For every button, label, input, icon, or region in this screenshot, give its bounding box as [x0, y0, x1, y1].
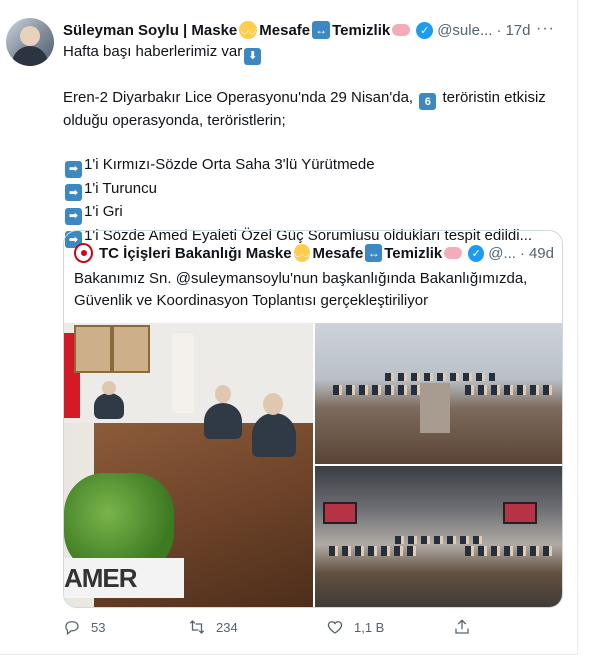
verified-badge-icon: ✓	[416, 21, 434, 39]
soap-emoji-icon	[444, 244, 463, 262]
retweet-count: 234	[216, 619, 238, 635]
tweet-line: ➡ 1'i Turuncu	[63, 178, 563, 201]
right-arrow-emoji-icon: ➡	[65, 160, 82, 178]
share-icon	[455, 619, 469, 634]
quoted-author-mesafe[interactable]: Mesafe	[312, 245, 363, 262]
share-button[interactable]	[453, 616, 481, 638]
mask-face-emoji-icon: ◡◡	[239, 21, 258, 39]
tweet-line: Eren-2 Diyarbakır Lice Operasyonu'nda 29…	[63, 87, 563, 110]
mask-face-emoji-icon: ◡◡	[293, 244, 311, 262]
tweet-timestamp[interactable]: 17d	[505, 22, 530, 39]
separator-dot: ·	[496, 21, 502, 39]
author-handle[interactable]: @sule...	[437, 22, 492, 39]
left-right-arrow-emoji-icon: ↔	[365, 244, 383, 262]
tweet-header: Süleyman Soylu | Maske ◡◡ Mesafe ↔ Temiz…	[63, 20, 563, 40]
retweet-icon	[189, 620, 205, 634]
page-edge	[578, 0, 600, 655]
reply-button[interactable]: 53	[63, 616, 105, 638]
tweet-actions: 53 234 1,1 B	[63, 616, 469, 638]
heart-icon	[327, 621, 343, 634]
quoted-author-temizlik[interactable]: Temizlik	[384, 245, 442, 262]
author-name-mesafe[interactable]: Mesafe	[259, 22, 310, 39]
ministry-logo-icon	[74, 243, 93, 263]
reply-count: 53	[91, 619, 106, 635]
quoted-author-handle[interactable]: @...	[488, 245, 516, 262]
tweet[interactable]: Süleyman Soylu | Maske ◡◡ Mesafe ↔ Temiz…	[0, 0, 578, 655]
right-arrow-emoji-icon: ➡	[65, 184, 82, 201]
like-count: 1,1 B	[354, 619, 385, 635]
quoted-text-line: Bakanımız Sn. @suleymansoylu'nun başkanl…	[74, 270, 528, 287]
quoted-timestamp[interactable]: 49d	[529, 245, 554, 262]
quoted-author-name[interactable]: TC İçişleri Bakanlığı Maske	[99, 245, 292, 262]
avatar[interactable]	[6, 18, 54, 66]
photo-grid: AMER	[64, 323, 562, 607]
number-six-emoji-icon: 6	[419, 93, 437, 110]
meeting-photo-left[interactable]: AMER	[64, 323, 313, 607]
photo-sign: AMER	[64, 558, 184, 598]
tweet-line: olduğu operasyonda, teröristlerin;	[63, 112, 286, 129]
quoted-tweet-header: TC İçişleri Bakanlığı Maske ◡◡ Mesafe ↔ …	[74, 243, 554, 263]
down-arrow-emoji-icon: ⬇	[244, 47, 262, 65]
quoted-tweet[interactable]: TC İçişleri Bakanlığı Maske ◡◡ Mesafe ↔ …	[63, 230, 563, 608]
like-button[interactable]: 1,1 B	[326, 616, 384, 638]
tweet-line: Hafta başı haberlerimiz var ⬇	[63, 41, 563, 65]
quoted-tweet-text: Bakanımız Sn. @suleymansoylu'nun başkanl…	[74, 268, 554, 312]
more-options-icon[interactable]: ···	[536, 20, 555, 38]
meeting-photo-top-right[interactable]	[315, 323, 562, 464]
separator-dot: ·	[519, 244, 525, 262]
tweet-line: ➡ 1'i Kırmızı-Sözde Orta Saha 3'lü Yürütm…	[63, 154, 563, 178]
retweet-button[interactable]: 234	[188, 616, 238, 638]
tweet-line: ➡ 1'i Gri	[63, 201, 563, 225]
verified-badge-icon: ✓	[468, 244, 485, 262]
author-name[interactable]: Süleyman Soylu | Maske	[63, 22, 237, 39]
meeting-photo-bottom-right[interactable]	[315, 466, 562, 607]
quoted-text-line: Güvenlik ve Koordinasyon Toplantısı gerç…	[74, 292, 429, 309]
tweet-text: Hafta başı haberlerimiz var ⬇ Eren-2 Diya…	[63, 41, 563, 248]
author-name-temizlik[interactable]: Temizlik	[332, 22, 390, 39]
right-arrow-emoji-icon: ➡	[65, 207, 82, 225]
left-right-arrow-emoji-icon: ↔	[312, 21, 331, 39]
reply-icon	[65, 621, 79, 636]
soap-emoji-icon	[392, 21, 411, 39]
